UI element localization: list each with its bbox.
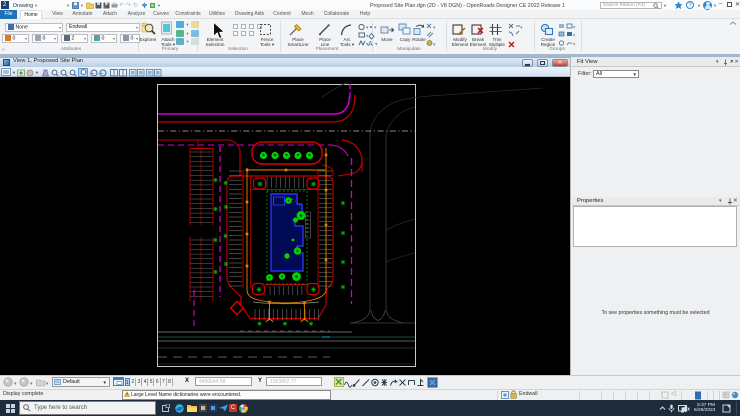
svg-text:▾: ▾ bbox=[14, 381, 17, 387]
svg-text:▾: ▾ bbox=[573, 42, 576, 47]
svg-text:▾: ▾ bbox=[30, 381, 33, 387]
svg-text:▾: ▾ bbox=[573, 33, 576, 38]
svg-text:▾: ▾ bbox=[573, 25, 576, 30]
svg-text:▾: ▾ bbox=[46, 381, 49, 387]
